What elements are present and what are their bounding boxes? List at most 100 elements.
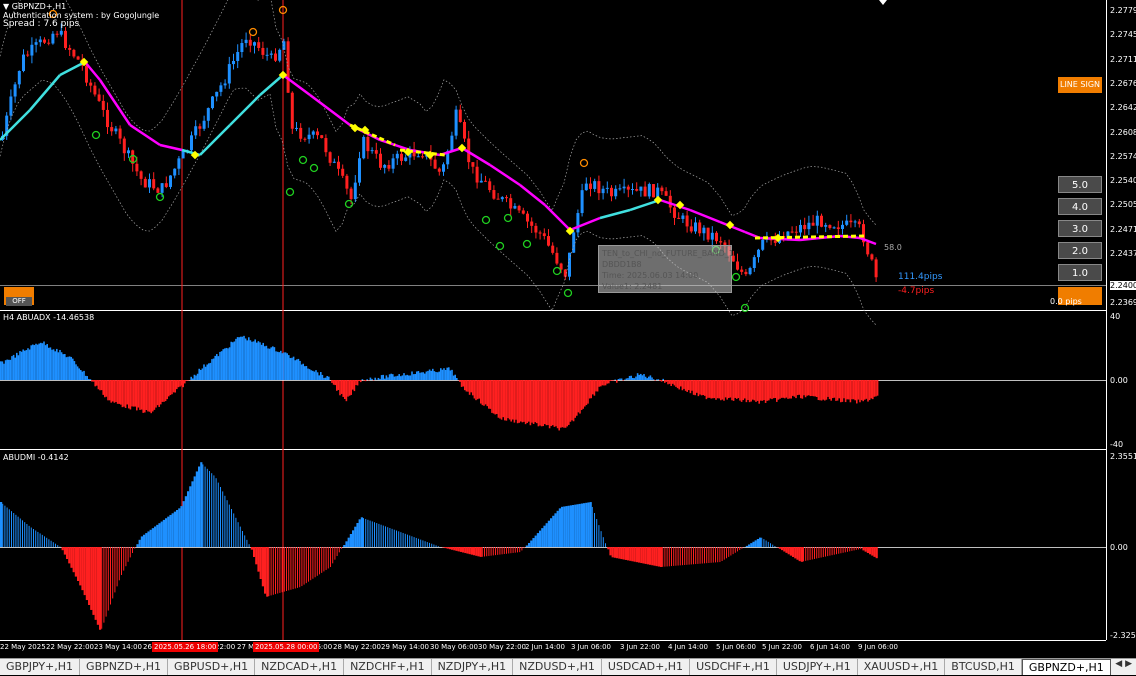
adx-bar [626, 378, 628, 380]
dmi-bar [790, 547, 792, 556]
adx-bar [152, 380, 154, 411]
adx-bar [203, 364, 205, 380]
level-5-button[interactable]: 5.0 [1058, 176, 1102, 193]
adx-bar [424, 374, 426, 380]
dmi-bar [79, 547, 81, 585]
adx-bar [390, 374, 392, 380]
abudmi-histogram [0, 462, 878, 630]
adx-bar [723, 380, 725, 401]
adx-bar [571, 380, 573, 420]
dmi-bar [499, 547, 500, 555]
dmi-bar [436, 545, 437, 547]
candle-body [354, 183, 357, 199]
tab-scroll-arrows-icon[interactable]: ◀ ▶ [1115, 659, 1132, 669]
adx-bar [486, 380, 488, 406]
symbol-tab[interactable]: NZDJPY+,H1 [432, 659, 514, 675]
level-3-button[interactable]: 3.0 [1058, 220, 1102, 237]
candle-body [442, 164, 445, 171]
candle-body [119, 129, 122, 139]
price-tick: 2.23690 [1110, 298, 1136, 307]
adx-bar [392, 374, 394, 380]
abuadx-histogram [0, 336, 878, 431]
adx-bar [654, 380, 656, 381]
price-tick: 2.25050 [1110, 200, 1136, 209]
dmi-bar [647, 547, 649, 564]
symbol-tab[interactable]: USDCHF+,H1 [690, 659, 777, 675]
symbol-tab[interactable]: USDCAD+,H1 [602, 659, 690, 675]
line-sign-button[interactable]: LINE SIGN [1058, 77, 1102, 93]
symbol-tab[interactable]: GBPNZD+,H1 [1022, 659, 1111, 675]
adx-bar [622, 380, 624, 381]
adx-bar [64, 354, 66, 380]
dmi-bar [262, 547, 264, 586]
level-4-button[interactable]: 4.0 [1058, 198, 1102, 215]
chart-canvas[interactable] [0, 0, 1136, 674]
symbol-tab[interactable]: NZDUSD+,H1 [513, 659, 602, 675]
adx-bar [672, 380, 674, 384]
dmi-bar [719, 547, 720, 562]
adx-bar [435, 372, 437, 380]
dmi-bar [108, 547, 109, 611]
adx-bar [613, 380, 615, 381]
adx-bar [251, 342, 253, 380]
adx-bar [176, 380, 178, 389]
adx-bar [288, 355, 290, 380]
candle-body [324, 138, 327, 152]
adx-bar [245, 338, 247, 380]
adx-bar [261, 345, 263, 380]
adx-bar [758, 380, 760, 404]
symbol-tab[interactable]: GBPUSD+,H1 [168, 659, 255, 675]
level-1-button[interactable]: 1.0 [1058, 264, 1102, 281]
adx-bar [112, 380, 114, 401]
adx-bar [402, 375, 404, 380]
candle-body [345, 176, 348, 189]
adx-bar [768, 380, 770, 400]
candle-body [438, 169, 441, 172]
adx-bar [562, 380, 564, 427]
symbol-tab[interactable]: BTCUSD,H1 [945, 659, 1022, 675]
dmi-bar [374, 522, 375, 547]
adx-bar [253, 341, 255, 380]
candle-body [295, 128, 298, 129]
adx-bar [526, 380, 528, 423]
adx-bar [800, 380, 802, 398]
adx-bar [150, 380, 152, 413]
candle-body [215, 92, 218, 97]
level-2-button[interactable]: 2.0 [1058, 242, 1102, 259]
adx-bar [640, 374, 642, 380]
adx-bar [752, 380, 754, 400]
adx-bar [552, 380, 554, 425]
adx-bar [733, 380, 735, 401]
off-button[interactable]: OFF [6, 297, 32, 306]
candle-body [245, 40, 248, 43]
adx-bar [11, 356, 13, 380]
dmi-bar [211, 473, 212, 547]
dmi-bar [517, 547, 518, 552]
dmi-bar [161, 522, 163, 547]
symbol-tab[interactable]: XAUUSD+,H1 [858, 659, 946, 675]
adx-bar [539, 380, 541, 426]
dmi-bar [581, 504, 583, 547]
symbol-tab[interactable]: NZDCAD+,H1 [255, 659, 344, 675]
adx-bar [722, 380, 724, 400]
adx-bar [328, 377, 330, 380]
dmi-bar [7, 508, 8, 548]
dmi-bar [541, 528, 543, 547]
candle-body [22, 55, 25, 71]
candle-body [224, 83, 227, 85]
adx-bar [362, 379, 364, 380]
symbol-tab[interactable]: USDJPY+,H1 [777, 659, 858, 675]
adx-bar [173, 380, 175, 392]
symbol-tab[interactable]: GBPNZD+,H1 [80, 659, 168, 675]
adx-bar [230, 342, 232, 380]
symbol-tab[interactable]: NZDCHF+,H1 [344, 659, 432, 675]
dmi-bar [198, 467, 200, 548]
adx-bar [610, 380, 612, 381]
adx-bar [339, 380, 341, 395]
symbol-tab[interactable]: GBPJPY+,H1 [0, 659, 80, 675]
candle-body [287, 41, 290, 92]
adx-bar [666, 380, 668, 382]
adx-bar [138, 380, 140, 407]
candle-body [18, 71, 21, 84]
dmi-bar [803, 547, 804, 561]
